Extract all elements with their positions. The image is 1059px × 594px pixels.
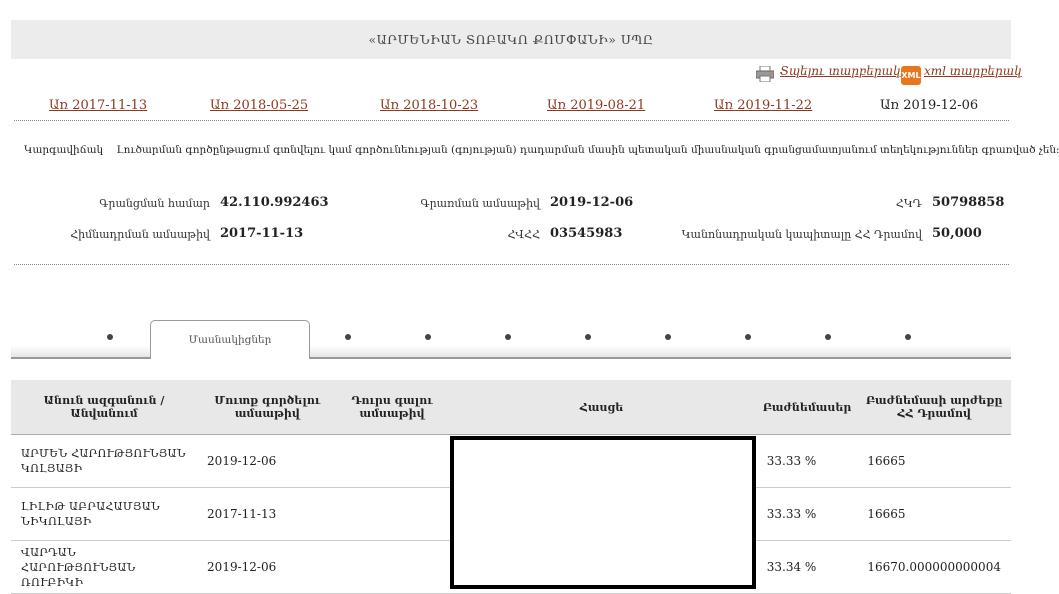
divider [14,264,1009,265]
share-value: 16665 [857,487,1011,541]
tab-dot[interactable] [665,334,671,340]
status-text: Լուծարման գործընթացում գտնվելու կամ գործ… [116,144,1059,156]
hvhh-value: 03545983 [550,226,623,241]
capital-value: 50,000 [932,226,982,241]
divider [14,120,1009,121]
share-value: 16670.000000000004 [857,540,1011,594]
participant-name: ԼԻԼԻԹ ԱԲՐԱՀԱՄՅԱՆ ՆԻԿՈԼԱՅԻ [11,487,198,541]
printer-icon[interactable] [756,66,774,82]
version-link-3[interactable]: Առ 2018-10-23 [380,98,478,113]
company-title: «ԱՐՄԵՆԻԱՆ ՏՈԲԱԿՈ ՔՈՄՓԱՆԻ» ՍՊԸ [368,32,654,47]
tab-dot[interactable] [425,334,431,340]
xml-icon[interactable]: XML [901,66,921,85]
col-value-header: Բաժնեմասի արժեքը ՀՀ Դրամով [857,380,1011,435]
reg-number-label: Գրանցման համար [99,197,210,210]
participant-name: ԱՐՄԵՆ ՀԱՐՈՒԹՅՈՒՆՅԱՆ ԿՈԼՅԱՅԻ [11,434,198,488]
reg-date-label: Գրառման ամսաթիվ [420,197,541,210]
reg-number: 42.110.992463 [220,195,329,210]
redaction-box [450,436,756,589]
found-date-label: Հիմնադրման ամսաթիվ [70,228,210,241]
tab-dot[interactable] [905,334,911,340]
print-version-link[interactable]: Տպելու տարբերակ [780,64,901,78]
version-current: Առ 2019-12-06 [880,98,979,113]
version-link-5[interactable]: Առ 2019-11-22 [714,98,812,113]
version-link-4[interactable]: Առ 2019-08-21 [547,98,645,113]
in-date: 2019-12-06 [197,540,338,594]
reg-date: 2019-12-06 [550,195,634,210]
share: 33.34 % [756,540,858,594]
tab-dot[interactable] [585,334,591,340]
tab-dot[interactable] [107,334,113,340]
found-date: 2017-11-13 [220,226,304,241]
out-date [337,540,447,594]
share: 33.33 % [756,487,858,541]
tab-dot[interactable] [825,334,831,340]
share: 33.33 % [756,434,858,488]
tab-dot[interactable] [345,334,351,340]
col-out-date-header: Դուրս գալու ամսաթիվ [337,380,447,435]
export-bar: Տպելու տարբերակ XML xml տարբերակ [756,64,1022,88]
version-link-1[interactable]: Առ 2017-11-13 [49,98,147,113]
table-header-row: Անուն ազգանուն / Անվանում Մուտք գործելու… [11,380,1011,435]
in-date: 2019-12-06 [197,434,338,488]
col-name-header: Անուն ազգանուն / Անվանում [11,380,198,435]
share-value: 16665 [857,434,1011,488]
out-date [337,434,447,488]
col-address-header: Հասցե [446,380,757,435]
tab-dot[interactable] [505,334,511,340]
tax-label: ՀԿԴ [895,197,922,210]
tax-value: 50798858 [932,195,1005,210]
capital-label: Կանոնադրական կապիտալը ՀՀ Դրամով [681,228,922,241]
hvhh-label: ՀՎՀՀ [507,228,540,241]
in-date: 2017-11-13 [197,487,338,541]
out-date [337,487,447,541]
participant-name: ՎԱՐԴԱՆ ՀԱՐՈՒԹՅՈՒՆՅԱՆ ՌՈՒԲԻԿԻ [11,540,198,594]
tab-participants[interactable]: Մասնակիցներ [150,320,310,359]
status-row: Կարգավիճակ Լուծարման գործընթացում գտնվել… [24,144,1059,156]
version-link-2[interactable]: Առ 2018-05-25 [210,98,308,113]
col-share-header: Բաժնեմասեր [756,380,858,435]
xml-version-link[interactable]: xml տարբերակ [924,64,1022,78]
tab-dot[interactable] [745,334,751,340]
page-header: «ԱՐՄԵՆԻԱՆ ՏՈԲԱԿՈ ՔՈՄՓԱՆԻ» ՍՊԸ [11,20,1011,59]
status-label: Կարգավիճակ [24,144,104,156]
col-in-date-header: Մուտք գործելու ամսաթիվ [197,380,338,435]
